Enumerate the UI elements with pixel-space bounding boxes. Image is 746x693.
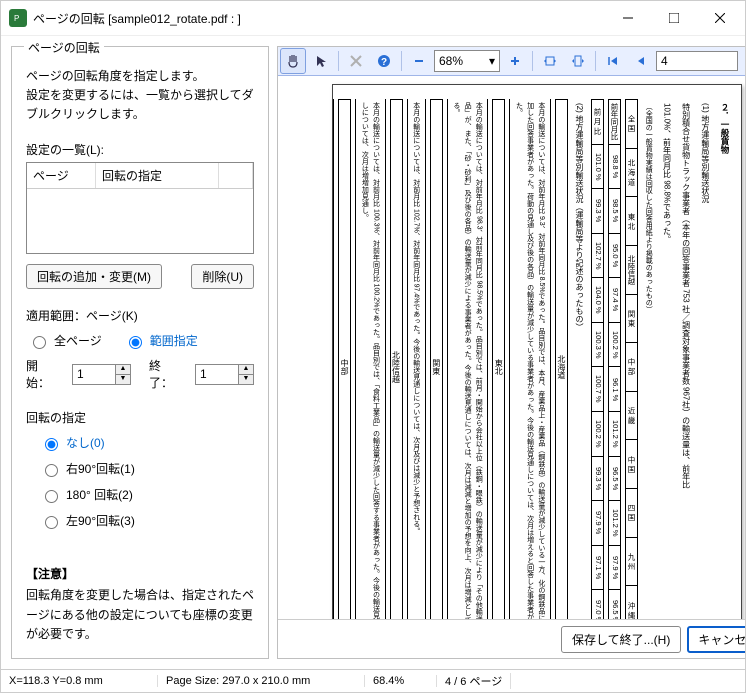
minimize-button[interactable] xyxy=(605,3,651,33)
radio-180[interactable]: 180° 回転(2) xyxy=(40,486,240,503)
close-button[interactable] xyxy=(697,3,743,33)
window-title: ページの回転 [sample012_rotate.pdf : ] xyxy=(33,10,605,27)
titlebar: P ページの回転 [sample012_rotate.pdf : ] xyxy=(1,1,745,36)
status-bar: X=118.3 Y=0.8 mm Page Size: 297.0 x 210.… xyxy=(1,669,745,692)
settings-list[interactable]: ページ 回転の指定 xyxy=(26,162,254,255)
status-coord: X=118.3 Y=0.8 mm xyxy=(1,675,158,687)
fit-page-icon[interactable] xyxy=(565,48,591,74)
zoom-in-icon[interactable] xyxy=(502,48,528,74)
start-spin[interactable]: ▲▼ xyxy=(72,364,131,385)
prev-page-icon[interactable] xyxy=(628,48,654,74)
list-label: 設定の一覧(L): xyxy=(26,141,254,158)
range-heading: 適用範囲：ページ(K) xyxy=(26,307,254,324)
settings-panel: ページの回転 ページの回転角度を指定します。 設定を変更するには、一覧から選択し… xyxy=(11,46,269,659)
fit-width-icon[interactable] xyxy=(537,48,563,74)
radio-all-pages[interactable]: 全ページ xyxy=(28,332,102,349)
zoom-combo[interactable]: 68%▾ xyxy=(434,50,500,72)
hand-tool[interactable] xyxy=(280,48,306,74)
start-label: 開始： xyxy=(26,357,50,391)
panel-description: ページの回転角度を指定します。 設定を変更するには、一覧から選択してダブルクリッ… xyxy=(26,67,254,125)
maximize-button[interactable] xyxy=(651,3,697,33)
end-input[interactable] xyxy=(196,365,238,383)
note-text: 回転角度を変更した場合は、指定されたページにある他の設定についても座標の変更が必… xyxy=(26,586,254,644)
end-label: 終了： xyxy=(149,357,173,391)
preview-pane: ? 68%▾ ２．一般貨物(1) 地方運輸局等別輸送状況特別積合せ貨物トラック事… xyxy=(277,46,745,659)
page-input[interactable] xyxy=(656,51,738,71)
svg-text:P: P xyxy=(14,14,19,23)
radio-range[interactable]: 範囲指定 xyxy=(124,332,198,349)
cancel-button[interactable]: キャンセル(C) xyxy=(687,626,745,653)
zoom-out-icon[interactable] xyxy=(406,48,432,74)
radio-right90[interactable]: 右90°回転(1) xyxy=(40,460,240,477)
end-spin[interactable]: ▲▼ xyxy=(195,364,254,385)
status-zoom: 68.4% xyxy=(365,675,437,687)
rotation-heading: 回転の指定 xyxy=(26,409,254,426)
delete-button[interactable]: 削除(U) xyxy=(191,264,254,289)
panel-title: ページの回転 xyxy=(24,39,104,56)
note-heading: 【注意】 xyxy=(26,565,254,582)
save-close-button[interactable]: 保存して終了...(H) xyxy=(561,626,681,653)
help-icon[interactable]: ? xyxy=(371,48,397,74)
status-pagesize: Page Size: 297.0 x 210.0 mm xyxy=(158,675,365,687)
svg-text:?: ? xyxy=(381,57,387,68)
status-page: 4 / 6 ページ xyxy=(437,673,511,689)
pdf-page: ２．一般貨物(1) 地方運輸局等別輸送状況特別積合せ貨物トラック事業者（本年の回… xyxy=(332,84,742,619)
add-change-button[interactable]: 回転の追加・変更(M) xyxy=(26,264,162,289)
col-spacer xyxy=(219,163,253,188)
preview-viewport[interactable]: ２．一般貨物(1) 地方運輸局等別輸送状況特別積合せ貨物トラック事業者（本年の回… xyxy=(278,76,745,619)
preview-toolbar: ? 68%▾ xyxy=(278,47,745,76)
close-x-icon[interactable] xyxy=(343,48,369,74)
start-input[interactable] xyxy=(73,365,115,383)
arrow-tool[interactable] xyxy=(308,48,334,74)
next-page-icon[interactable] xyxy=(740,48,745,74)
first-page-icon[interactable] xyxy=(600,48,626,74)
radio-none[interactable]: なし(0) xyxy=(40,434,240,451)
app-icon: P xyxy=(9,9,27,27)
col-page: ページ xyxy=(27,163,96,188)
col-rotation: 回転の指定 xyxy=(96,163,219,188)
radio-left90[interactable]: 左90°回転(3) xyxy=(40,512,240,529)
